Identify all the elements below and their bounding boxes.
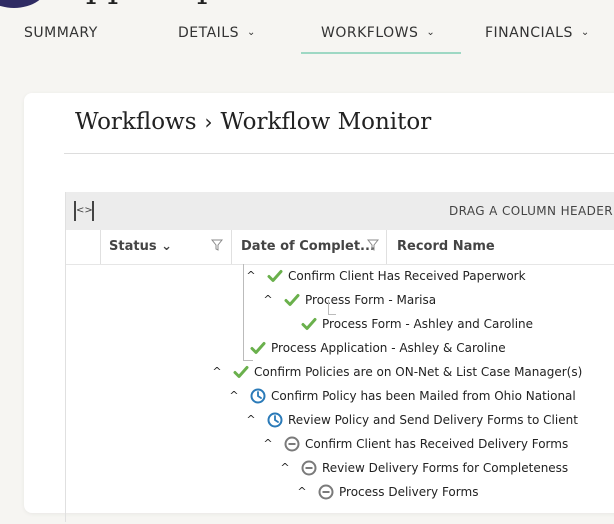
workflow-monitor-card: Workflows › Workflow Monitor <> DRAG A COL… — [24, 93, 614, 522]
column-separator — [100, 230, 101, 264]
minus-circle-icon — [318, 484, 334, 500]
tree-row[interactable]: ^ Review Policy and Send Delivery Forms t… — [66, 408, 614, 432]
expand-toggle-icon[interactable]: ^ — [228, 384, 240, 408]
chevron-down-icon: ⌄ — [580, 27, 590, 38]
row-label: Process Form - Marisa — [305, 293, 437, 307]
tree-row[interactable]: Process Application - Ashley & Caroline — [66, 336, 614, 360]
chevron-down-icon: ⌄ — [246, 27, 256, 38]
clock-icon — [250, 388, 266, 404]
clock-icon — [267, 412, 283, 428]
expand-toggle-icon[interactable]: ^ — [211, 360, 223, 384]
tree-row[interactable]: ^ Review Delivery Forms for Completeness — [66, 456, 614, 480]
tab-summary[interactable]: SUMMARY — [24, 14, 98, 54]
row-label: Confirm Client Has Received Paperwork — [288, 269, 526, 283]
expand-toggle-icon[interactable]: ^ — [262, 432, 274, 456]
tree-row[interactable]: ^ Confirm Policy has been Mailed from Ohi… — [66, 384, 614, 408]
filter-icon[interactable] — [211, 239, 223, 251]
row-label: Process Form - Ashley and Caroline — [322, 317, 534, 331]
filter-icon[interactable] — [367, 239, 379, 251]
tree-row[interactable]: Process Form - Ashley and Caroline — [66, 312, 614, 336]
grid-body: ^ Confirm Client Has Received Paperwork ^ P… — [66, 264, 614, 524]
main-tabs: SUMMARY DETAILS ⌄ WORKFLOWS ⌄ FINANCIALS ⌄ — [0, 14, 614, 54]
check-icon — [267, 270, 283, 282]
column-separator — [386, 230, 387, 264]
check-icon — [233, 366, 249, 378]
collapse-rows-icon[interactable]: <> — [74, 201, 94, 221]
breadcrumb: Workflows › Workflow Monitor — [75, 109, 431, 135]
tree-connector-line — [328, 314, 336, 315]
row-label: Confirm Policies are on ON-Net & List Ca… — [254, 365, 583, 379]
expand-toggle-icon[interactable]: ^ — [245, 264, 257, 288]
breadcrumb-separator: › — [204, 110, 213, 134]
group-drop-zone[interactable]: DRAG A COLUMN HEADER — [449, 204, 613, 218]
divider — [64, 153, 614, 154]
tab-financials[interactable]: FINANCIALS ⌄ — [485, 14, 590, 54]
column-header-status[interactable]: Status ⌄ — [109, 230, 172, 263]
check-icon — [250, 342, 266, 354]
tree-row[interactable]: ^ Confirm Client has Received Delivery Fo… — [66, 432, 614, 456]
tree-connector-line — [243, 264, 244, 360]
minus-circle-icon — [284, 436, 300, 452]
row-label: Process Delivery Forms — [339, 485, 479, 499]
tree-row[interactable]: ^ Process Delivery Forms — [66, 480, 614, 504]
grid-toolbar: <> DRAG A COLUMN HEADER — [66, 192, 614, 230]
tree-row[interactable]: ^ Process Form - Marisa — [66, 288, 614, 312]
expand-toggle-icon[interactable]: ^ — [296, 480, 308, 504]
column-header-date[interactable]: Date of Complet... — [241, 230, 375, 263]
breadcrumb-root[interactable]: Workflows — [75, 109, 197, 135]
minus-circle-icon — [301, 460, 317, 476]
row-label: Process Application - Ashley & Caroline — [271, 341, 506, 355]
grid-header-row: Status ⌄ Date of Complet... Record Name — [66, 230, 614, 265]
app-title-fragment: ɑppɩ ɑ ɥ — [64, 0, 208, 6]
app-logo — [0, 0, 48, 8]
column-separator — [231, 230, 232, 264]
tab-details[interactable]: DETAILS ⌄ — [178, 14, 256, 54]
breadcrumb-current: Workflow Monitor — [220, 109, 432, 135]
sort-chevron-icon: ⌄ — [161, 239, 172, 254]
tree-row[interactable]: ^ Confirm Client Has Received Paperwork — [66, 264, 614, 288]
expand-toggle-icon[interactable]: ^ — [279, 456, 291, 480]
tree-connector-line — [328, 300, 329, 314]
row-label: Confirm Client has Received Delivery For… — [305, 437, 569, 451]
tab-workflows[interactable]: WORKFLOWS ⌄ — [301, 14, 461, 54]
expand-toggle-icon[interactable]: ^ — [245, 408, 257, 432]
column-header-record-name[interactable]: Record Name — [397, 230, 495, 263]
check-icon — [301, 318, 317, 330]
expand-toggle-icon[interactable]: ^ — [262, 288, 274, 312]
row-label: Review Delivery Forms for Completeness — [322, 461, 569, 475]
row-label: Confirm Policy has been Mailed from Ohio… — [271, 389, 576, 403]
check-icon — [284, 294, 300, 306]
row-label: Review Policy and Send Delivery Forms to… — [288, 413, 578, 427]
workflow-tree-grid: <> DRAG A COLUMN HEADER Status ⌄ Date of… — [65, 192, 614, 522]
chevron-down-icon: ⌄ — [426, 27, 436, 38]
tree-connector-line — [243, 360, 253, 361]
tree-row[interactable]: ^ Confirm Policies are on ON-Net & List C… — [66, 360, 614, 384]
